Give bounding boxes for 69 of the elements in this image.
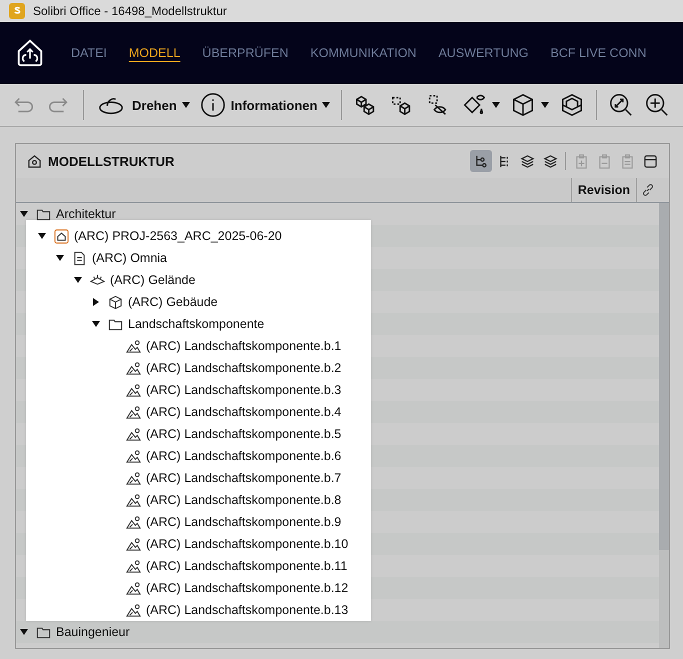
view-toggle-button[interactable]	[470, 150, 492, 172]
tool-button[interactable]: Informationen	[196, 88, 334, 122]
tree-item-label[interactable]: (ARC) Gebäude	[128, 295, 218, 309]
tree-item-label[interactable]: (ARC) Landschaftskomponente.b.8	[146, 493, 342, 507]
expand-arrow-icon[interactable]	[74, 276, 82, 284]
zoom-fit-icon	[608, 92, 634, 118]
tree-item-label[interactable]: (ARC) Landschaftskomponente.b.5	[146, 427, 342, 441]
document-icon	[72, 250, 87, 266]
expand-arrow-icon[interactable]	[38, 232, 46, 240]
expand-arrow-icon[interactable]	[56, 254, 64, 262]
tree-item-label[interactable]: (ARC) Landschaftskomponente.b.11	[146, 559, 348, 573]
menu-tab[interactable]: AUSWERTUNG	[438, 46, 529, 60]
zoom-in-icon	[644, 92, 670, 118]
layers-icon	[520, 154, 534, 168]
landscape-icon	[126, 404, 141, 420]
landscape-icon	[126, 536, 141, 552]
house-icon	[27, 154, 42, 168]
tree-view-icon	[474, 154, 488, 168]
menu-tab[interactable]: KOMMUNIKATION	[310, 46, 416, 60]
add-clipboard-icon	[574, 154, 588, 168]
landscape-icon	[126, 602, 141, 618]
landscape-icon	[126, 470, 141, 486]
landscape-icon	[126, 580, 141, 596]
expand-arrow-icon[interactable]	[20, 628, 28, 636]
landscape-icon	[126, 360, 141, 376]
tree-item-label[interactable]: Architektur	[56, 207, 116, 221]
scrollbar[interactable]	[659, 203, 669, 648]
house-icon	[54, 228, 69, 244]
expand-arrow-icon[interactable]	[92, 298, 100, 306]
landscape-icon	[126, 492, 141, 508]
landscape-icon	[126, 558, 141, 574]
tree-item-label[interactable]: (ARC) Landschaftskomponente.b.4	[146, 405, 342, 419]
landscape-icon	[126, 338, 141, 354]
panel-title: MODELLSTRUKTUR	[48, 154, 176, 168]
clipboard-icon	[620, 154, 634, 168]
tree-item-label[interactable]: Landschaftskomponente	[128, 317, 264, 331]
menu-tab[interactable]: ÜBERPRÜFEN	[202, 46, 288, 60]
window-title: Solibri Office - 16498_Modellstruktur	[33, 4, 227, 18]
link-icon	[641, 183, 655, 197]
column-header[interactable]: Revision	[570, 178, 636, 202]
expand-arrow-icon[interactable]	[20, 210, 28, 218]
landscape-icon	[126, 426, 141, 442]
tree-item-label[interactable]: (ARC) Landschaftskomponente.b.6	[146, 449, 342, 463]
scrollbar-thumb[interactable]	[659, 203, 669, 550]
tree-item-label[interactable]: (ARC) Landschaftskomponente.b.3	[146, 383, 342, 397]
cube-icon	[108, 294, 123, 310]
tree-item-label[interactable]: (ARC) Landschaftskomponente.b.9	[146, 515, 342, 529]
site-icon	[90, 272, 105, 288]
tree-item-label[interactable]: Bauingenieur	[56, 625, 130, 639]
remove-clipboard-icon	[596, 154, 612, 168]
tree-item-label[interactable]: (ARC) Landschaftskomponente.b.13	[146, 603, 348, 617]
expand-arrow-icon[interactable]	[92, 320, 100, 328]
tree-item-label[interactable]: (ARC) Gelände	[110, 273, 196, 287]
tool-button[interactable]: Drehen	[91, 88, 194, 122]
tree-item-label[interactable]: (ARC) Landschaftskomponente.b.2	[146, 361, 342, 375]
tree-item-label[interactable]: (ARC) Landschaftskomponente.b.1	[146, 339, 342, 353]
landscape-icon	[126, 382, 141, 398]
menu-tab[interactable]: MODELL	[128, 46, 180, 60]
info-icon	[200, 92, 226, 118]
app-logo-icon	[9, 3, 25, 19]
layers-tree-icon	[542, 154, 558, 168]
window-icon	[642, 154, 658, 168]
tree-item-label[interactable]: (ARC) Landschaftskomponente.b.7	[146, 471, 342, 485]
menu-tab[interactable]: DATEI	[71, 46, 107, 60]
menu-tab[interactable]: BCF LIVE CONN	[550, 46, 646, 60]
house-logo-icon[interactable]	[15, 38, 45, 68]
tree-item-label[interactable]: (ARC) Omnia	[92, 251, 168, 265]
landscape-icon	[126, 514, 141, 530]
landscape-icon	[126, 448, 141, 464]
